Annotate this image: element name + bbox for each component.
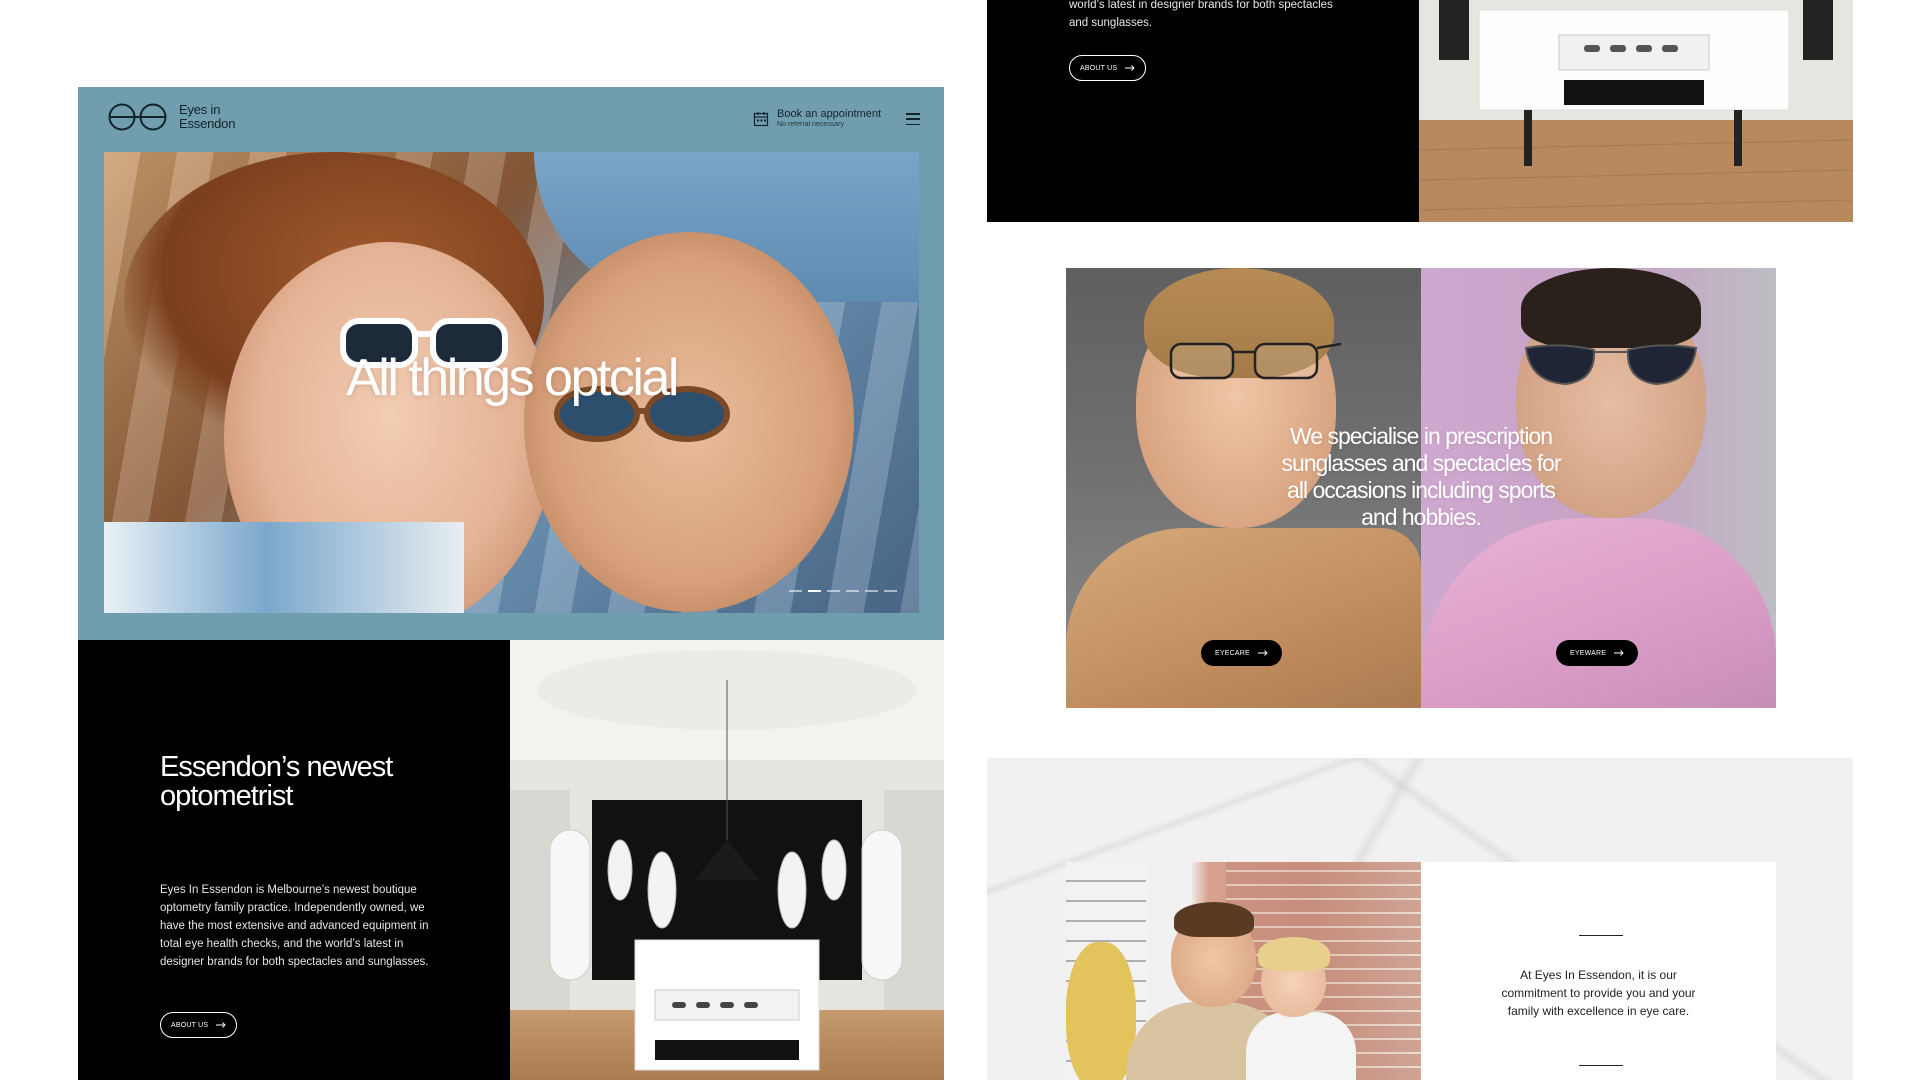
about-us-label: ABOUT US — [1080, 64, 1118, 72]
eyecare-button[interactable]: EYECARE — [1201, 640, 1282, 666]
about-us-button[interactable]: ABOUT US — [160, 1012, 238, 1038]
right-page-preview: world’s latest in designer brands for bo… — [987, 0, 1853, 1080]
specialise-text: We specialise in prescription sunglasses… — [1281, 423, 1561, 530]
hamburger-menu-icon[interactable] — [906, 113, 920, 125]
brand-logo[interactable]: Eyes in Essendon — [107, 102, 249, 132]
brand-name: Eyes in Essendon — [179, 102, 236, 131]
book-appointment-sub: No referral necessary — [777, 121, 844, 128]
slider-dot[interactable] — [846, 590, 859, 592]
slider-dot[interactable] — [865, 590, 878, 592]
arrow-right-icon — [1614, 650, 1624, 656]
slider-dot[interactable] — [884, 590, 897, 592]
hero-title: All things optcial — [346, 349, 679, 407]
about-body-fragment: world’s latest in designer brands for bo… — [1069, 0, 1333, 29]
spectacles-icon — [1151, 336, 1341, 384]
divider — [1579, 1065, 1623, 1066]
slider-dot[interactable] — [789, 590, 802, 592]
store-counter-photo — [1419, 0, 1853, 222]
about-us-label: ABOUT US — [171, 1021, 209, 1029]
book-appointment-label: Book an appointment — [777, 108, 881, 120]
book-appointment-link[interactable]: Book an appointment No referral necessar… — [753, 108, 881, 129]
slider-dot[interactable] — [827, 590, 840, 592]
commitment-card: At Eyes In Essendon, it is our commitmen… — [1421, 862, 1776, 1080]
about-body: Eyes In Essendon is Melbourne’s newest b… — [160, 884, 429, 968]
about-us-button[interactable]: ABOUT US — [1069, 55, 1147, 81]
store-interior-photo — [510, 640, 944, 1080]
family-eye-test-photo — [1066, 862, 1421, 1080]
about-section: Essendon’s newest optometrist Eyes In Es… — [78, 640, 510, 1080]
slider-dots — [789, 590, 897, 592]
about-section-continued: world’s latest in designer brands for bo… — [987, 0, 1419, 222]
glasses-logo-icon — [107, 102, 169, 132]
divider — [1579, 935, 1623, 936]
arrow-right-icon — [1125, 65, 1135, 71]
header-band: Eyes in Essendon Book an appointment No … — [78, 87, 944, 640]
commitment-section: At Eyes In Essendon, it is our commitmen… — [987, 758, 1853, 1080]
arrow-right-icon — [1257, 650, 1268, 656]
hero-photo-dress — [104, 522, 464, 613]
hero-slider[interactable]: All things optcial — [104, 152, 919, 613]
arrow-right-icon — [216, 1022, 226, 1028]
eyeware-label: EYEWARE — [1570, 649, 1607, 657]
about-heading: Essendon’s newest optometrist — [160, 751, 393, 812]
slider-dot-active[interactable] — [808, 590, 821, 592]
calendar-icon — [753, 111, 769, 127]
left-page-preview: Eyes in Essendon Book an appointment No … — [78, 87, 944, 1080]
eyeware-button[interactable]: EYEWARE — [1556, 640, 1639, 666]
specialise-banner: We specialise in prescription sunglasses… — [1066, 268, 1776, 708]
eyecare-label: EYECARE — [1215, 649, 1250, 657]
aviator-sunglasses-icon — [1516, 338, 1706, 390]
commitment-text: At Eyes In Essendon, it is our commitmen… — [1501, 968, 1696, 1018]
